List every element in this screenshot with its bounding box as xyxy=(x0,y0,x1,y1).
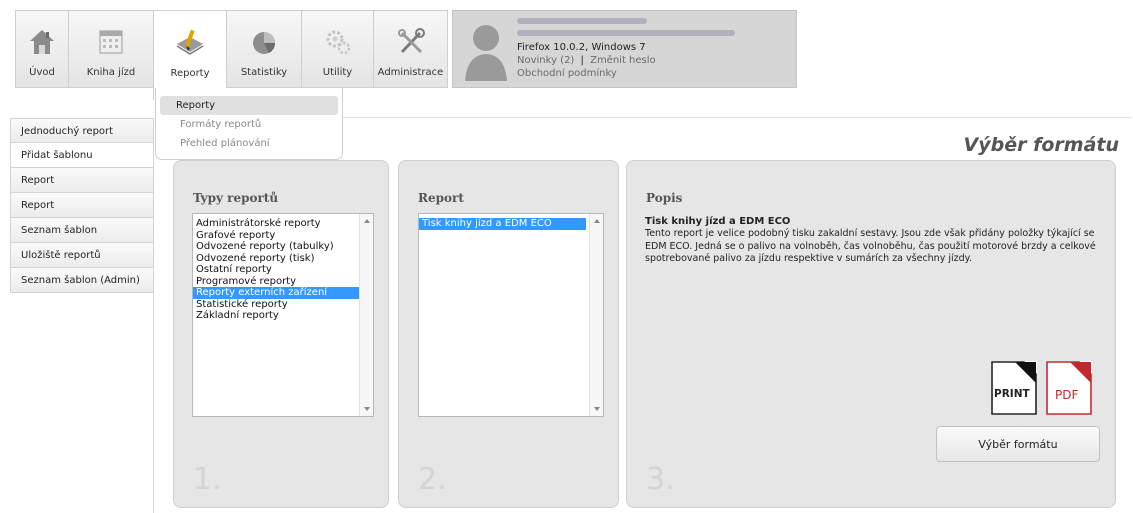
description-panel: Popis Tisk knihy jízd a EDM ECO Tento re… xyxy=(626,160,1116,508)
sidebar: Jednoduchý report Přidat šablonu Report … xyxy=(10,118,154,293)
toolbar-button-home[interactable]: Úvod xyxy=(15,10,68,88)
home-icon xyxy=(24,25,60,59)
scroll-up-arrow-icon[interactable] xyxy=(594,219,600,223)
user-info-panel: Firefox 10.0.2, Windows 7 Novinky (2) | … xyxy=(452,10,797,88)
toolbar-label: Úvod xyxy=(29,67,55,78)
toolbar-label: Utility xyxy=(322,67,353,78)
menu-item-reports[interactable]: Reporty xyxy=(160,96,338,115)
list-item[interactable]: Administrátorské reporty xyxy=(193,218,373,230)
report-description-heading: Tisk knihy jízd a EDM ECO xyxy=(645,216,791,227)
toolbar-label: Administrace xyxy=(377,67,444,78)
report-description-text: Tento report je velice podobný tisku zak… xyxy=(645,228,1096,264)
pdf-format-option[interactable]: PDF xyxy=(1046,361,1092,415)
toolbar-button-utility[interactable]: Utility xyxy=(301,10,373,88)
main-toolbar: Úvod Kniha jízd Reporty Statistiky Utili… xyxy=(15,10,448,100)
avatar xyxy=(465,25,507,81)
pie-chart-icon xyxy=(246,25,282,59)
sidebar-item-add-template[interactable]: Přidat šablonu xyxy=(10,143,154,168)
list-item[interactable]: Odvozené reporty (tisk) xyxy=(193,253,373,265)
step-number: 3. xyxy=(646,462,675,497)
redacted-user-name xyxy=(517,18,647,24)
list-item-selected[interactable]: Tisk knihy jízd a EDM ECO xyxy=(419,218,586,230)
toolbar-label: Statistiky xyxy=(240,67,288,78)
gears-icon xyxy=(320,25,356,59)
browser-info: Firefox 10.0.2, Windows 7 xyxy=(517,42,646,53)
user-links: Novinky (2) | Změnit heslo xyxy=(517,55,656,66)
toolbar-button-logbook[interactable]: Kniha jízd xyxy=(68,10,153,88)
list-item[interactable]: Základní reporty xyxy=(193,310,373,322)
print-format-option[interactable]: PRINT xyxy=(991,361,1037,415)
pdf-label: PDF xyxy=(1055,388,1079,402)
sidebar-item-report-1[interactable]: Report xyxy=(10,168,154,193)
sidebar-item-report-2[interactable]: Report xyxy=(10,193,154,218)
scroll-down-arrow-icon[interactable] xyxy=(364,407,370,411)
tools-icon xyxy=(393,25,429,59)
listbox-scrollbar[interactable] xyxy=(589,214,603,416)
listbox-scrollbar[interactable] xyxy=(359,214,373,416)
toolbar-label: Kniha jízd xyxy=(86,67,136,78)
reports-dropdown-menu: Reporty Formáty reportů Přehled plánován… xyxy=(155,88,343,160)
list-item[interactable]: Odvozené reporty (tabulky) xyxy=(193,241,373,253)
panel-title: Popis xyxy=(646,191,683,205)
select-format-button[interactable]: Výběr formátu xyxy=(936,426,1100,462)
terms-link[interactable]: Obchodní podmínky xyxy=(517,68,617,79)
redacted-user-email xyxy=(517,30,735,36)
toolbar-button-reports[interactable]: Reporty xyxy=(153,10,226,100)
toolbar-label: Reporty xyxy=(170,68,210,79)
panel-title: Report xyxy=(418,191,464,205)
menu-item-schedule-overview[interactable]: Přehled plánování xyxy=(160,134,338,153)
toolbar-button-administration[interactable]: Administrace xyxy=(373,10,448,88)
sidebar-item-report-storage[interactable]: Uložiště reportů xyxy=(10,243,154,268)
report-types-listbox[interactable]: Administrátorské reporty Grafové reporty… xyxy=(192,213,374,417)
list-item[interactable]: Statistické reporty xyxy=(193,299,373,311)
report-listbox[interactable]: Tisk knihy jízd a EDM ECO xyxy=(418,213,604,417)
print-label: PRINT xyxy=(994,388,1030,400)
sidebar-item-simple-report[interactable]: Jednoduchý report xyxy=(10,118,154,143)
panel-title: Typy reportů xyxy=(193,191,279,205)
link-separator: | xyxy=(580,55,584,66)
page-title: Výběr formátu xyxy=(963,134,1119,156)
news-link[interactable]: Novinky (2) xyxy=(517,55,574,66)
menu-item-report-formats[interactable]: Formáty reportů xyxy=(160,115,338,134)
step-number: 1. xyxy=(193,462,222,497)
calendar-icon xyxy=(93,25,129,59)
scroll-up-arrow-icon[interactable] xyxy=(364,219,370,223)
list-item[interactable]: Programové reporty xyxy=(193,276,373,288)
report-types-panel: Typy reportů Administrátorské reporty Gr… xyxy=(173,160,389,508)
sidebar-item-template-list[interactable]: Seznam šablon xyxy=(10,218,154,243)
step-number: 2. xyxy=(418,462,447,497)
list-item[interactable]: Ostatní reporty xyxy=(193,264,373,276)
report-panel: Report Tisk knihy jízd a EDM ECO 2. xyxy=(398,160,619,508)
list-item-selected[interactable]: Reporty externích zařízení xyxy=(193,287,359,299)
toolbar-button-statistics[interactable]: Statistiky xyxy=(226,10,301,88)
scroll-down-arrow-icon[interactable] xyxy=(594,407,600,411)
report-pencil-icon xyxy=(172,26,208,60)
sidebar-item-template-list-admin[interactable]: Seznam šablon (Admin) xyxy=(10,268,154,293)
list-item[interactable]: Grafové reporty xyxy=(193,230,373,242)
change-password-link[interactable]: Změnit heslo xyxy=(590,55,656,66)
